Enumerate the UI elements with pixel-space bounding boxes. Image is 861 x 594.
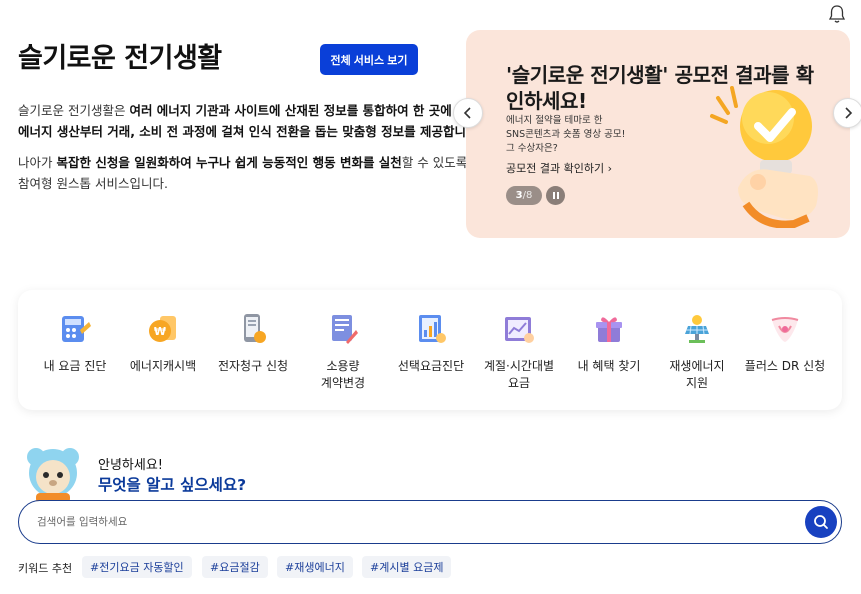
keyword-tag[interactable]: #계시별 요금제 [362, 556, 452, 578]
service-plus-dr[interactable]: 플러스 DR 신청 [740, 312, 830, 375]
intro-paragraph-1: 슬기로운 전기생활은 여러 에너지 기관과 사이트에 산재된 정보를 통합하여 … [18, 100, 468, 142]
slide-total: /8 [522, 190, 533, 201]
assistant-question: 무엇을 알고 싶으세요? [98, 476, 247, 494]
contract-document-icon [332, 315, 358, 344]
slide-current: 3 [515, 190, 523, 201]
service-contract-change[interactable]: 소용량 계약변경 [298, 312, 388, 392]
para1-line2: 에너지 생산부터 거래, 소비 전 과정에 걸쳐 인식 전환을 돕는 맞춤형 정… [18, 124, 468, 139]
service-selective-rate[interactable]: 선택요금진단 [386, 312, 476, 375]
service-label: 내 혜택 찾기 [577, 359, 641, 373]
banner-prev-button[interactable] [453, 98, 483, 128]
search-button[interactable] [805, 506, 837, 538]
banner-link[interactable]: 공모전 결과 확인하기 › [506, 160, 612, 176]
service-label: 선택요금진단 [397, 359, 465, 373]
intro-paragraph-2: 나아가 복잡한 신청을 일원화하여 누구나 쉽게 능동적인 행동 변화를 실천할… [18, 152, 468, 194]
service-renewable[interactable]: 재생에너지 지원 [652, 312, 742, 392]
lightbulb-check-icon [710, 86, 818, 228]
seasonal-chart-icon [505, 317, 534, 343]
para1-text: 슬기로운 전기생활은 [18, 103, 130, 118]
dr-heart-icon [771, 317, 799, 342]
banner-next-button[interactable] [833, 98, 861, 128]
chevron-left-icon [463, 107, 471, 119]
banner-subtitle: 에너지 절약을 테마로 한 SNS콘텐츠과 숏폼 영상 공모! 그 수상자은? [506, 115, 626, 154]
para2-post: 할 수 있도록 [401, 155, 468, 170]
service-ebill[interactable]: 전자청구 신청 [208, 312, 298, 375]
service-label: 재생에너지 지원 [669, 359, 725, 390]
banner-link-text: 공모전 결과 확인하기 [506, 162, 605, 175]
mobile-bill-icon [244, 314, 266, 343]
service-energy-cashback[interactable]: ₩ 에너지캐시백 [118, 312, 208, 375]
keyword-tag[interactable]: #전기요금 자동할인 [82, 556, 192, 578]
chevron-right-icon: › [607, 162, 612, 175]
calculator-icon [62, 316, 91, 342]
chevron-right-icon [845, 107, 853, 119]
pause-button[interactable] [546, 186, 565, 205]
service-label: 내 요금 진단 [43, 359, 107, 373]
search-icon [814, 515, 828, 529]
coin-cashback-icon: ₩ [149, 316, 176, 342]
assistant-greeting: 안녕하세요! [98, 458, 164, 473]
solar-panel-icon [685, 315, 709, 343]
mascot-avatar [27, 448, 79, 503]
slide-counter: 3/8 [506, 186, 542, 205]
keyword-tag[interactable]: #요금절감 [202, 556, 268, 578]
service-label: 플러스 DR 신청 [744, 359, 826, 373]
service-rate-diagnosis[interactable]: 내 요금 진단 [30, 312, 120, 375]
all-services-button[interactable]: 전체 서비스 보기 [320, 44, 418, 75]
service-shortcuts: 내 요금 진단 ₩ 에너지캐시백 전자청구 신청 소용량 계약변경 선택요금진단… [18, 290, 842, 410]
promo-banner[interactable]: '슬기로운 전기생활' 공모전 결과를 확인하세요! 에너지 절약을 테마로 한… [466, 30, 850, 238]
search-input[interactable] [37, 511, 777, 533]
service-label: 소용량 계약변경 [320, 359, 366, 390]
service-benefits[interactable]: 내 혜택 찾기 [564, 312, 654, 375]
rate-chart-icon [419, 315, 446, 343]
notification-bell-icon[interactable] [826, 3, 848, 25]
para2-bold: 복잡한 신청을 일원화하여 누구나 쉽게 능동적인 행동 변화를 실천 [56, 155, 402, 170]
gift-box-icon [596, 317, 622, 342]
search-bar [18, 500, 842, 544]
svg-text:₩: ₩ [154, 325, 166, 338]
service-label: 전자청구 신청 [217, 359, 289, 373]
service-seasonal-rate[interactable]: 계절·시간대별 요금 [474, 312, 564, 392]
intro-description: 슬기로운 전기생활은 여러 에너지 기관과 사이트에 산재된 정보를 통합하여 … [18, 100, 468, 204]
para1-bold: 여러 에너지 기관과 사이트에 산재된 정보를 통합하여 한 곳에 [129, 103, 452, 118]
para2-text: 나아가 [18, 155, 57, 170]
service-label: 계절·시간대별 요금 [483, 359, 555, 390]
service-label: 에너지캐시백 [129, 359, 197, 373]
keyword-tag[interactable]: #재생에너지 [277, 556, 353, 578]
para2-line2: 참여형 원스톱 서비스입니다. [18, 176, 168, 191]
keyword-label: 키워드 추천 [18, 562, 73, 575]
